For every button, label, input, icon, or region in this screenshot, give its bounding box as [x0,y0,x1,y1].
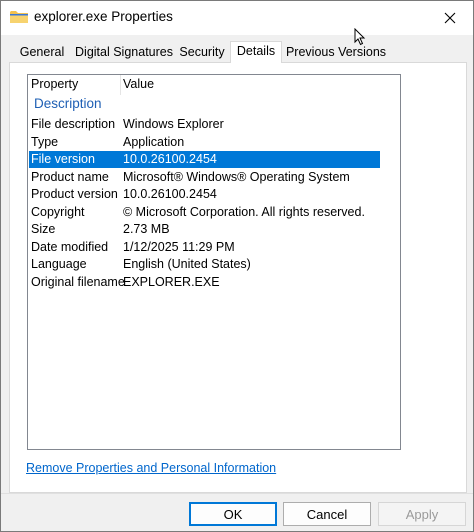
list-row-selected[interactable]: File version 10.0.26100.2454 [29,151,380,168]
close-icon [444,12,456,24]
details-list[interactable]: Property Value Description File descript… [27,74,401,450]
row-value: 10.0.26100.2454 [123,187,217,201]
column-header-property[interactable]: Property [31,77,78,91]
group-header-description[interactable]: Description [34,96,102,111]
list-row[interactable]: Product version 10.0.26100.2454 [29,186,380,203]
row-property: Product name [31,169,109,184]
row-property: Type [31,134,59,149]
properties-dialog: explorer.exe Properties General Digital … [0,0,474,532]
tab-details[interactable]: Details [230,41,282,64]
window-title: explorer.exe Properties [34,9,173,24]
row-value: Microsoft® Windows® Operating System [123,169,350,184]
tab-previous-versions[interactable]: Previous Versions [284,44,388,63]
tab-strip: General Digital Signatures Security Deta… [9,41,467,64]
row-property: Size [31,222,56,236]
column-separator[interactable] [120,75,121,95]
row-value: 1/12/2025 11:29 PM [123,239,235,254]
apply-button[interactable]: Apply [378,502,466,526]
remove-properties-link[interactable]: Remove Properties and Personal Informati… [26,461,276,475]
row-property: File description [31,117,116,131]
row-value: Windows Explorer [123,117,224,131]
tab-digital-signatures[interactable]: Digital Signatures [73,44,175,63]
row-value: English (United States) [123,257,251,271]
row-value: Application [123,134,185,149]
tab-security[interactable]: Security [176,44,228,63]
list-row[interactable]: Size 2.73 MB [29,221,380,238]
row-property: File version [31,152,95,166]
row-value: © Microsoft Corporation. All rights rese… [123,204,365,219]
cancel-button[interactable]: Cancel [283,502,371,526]
list-row[interactable]: Type Application [29,134,380,151]
row-value: EXPLORER.EXE [123,274,220,289]
row-property: Language [31,257,87,271]
ok-button[interactable]: OK [189,502,277,526]
list-row[interactable]: File description Windows Explorer [29,116,380,133]
row-value: 2.73 MB [123,222,170,236]
list-row[interactable]: Language English (United States) [29,256,380,273]
list-row[interactable]: Date modified 1/12/2025 11:29 PM [29,239,380,256]
title-bar[interactable]: explorer.exe Properties [1,1,473,35]
list-row[interactable]: Copyright © Microsoft Corporation. All r… [29,204,380,221]
folder-icon [10,11,28,23]
list-row[interactable]: Product name Microsoft® Windows® Operati… [29,169,380,186]
footer-divider [1,493,473,494]
tab-general[interactable]: General [11,44,73,63]
list-header: Property Value [28,75,400,95]
row-property: Original filename [31,274,125,289]
row-value: 10.0.26100.2454 [123,152,217,166]
row-property: Date modified [31,239,109,254]
column-header-value[interactable]: Value [123,77,154,91]
row-property: Product version [31,187,118,201]
details-panel: Property Value Description File descript… [9,63,467,493]
close-button[interactable] [435,5,465,31]
row-property: Copyright [31,204,85,219]
list-row[interactable]: Original filename EXPLORER.EXE [29,274,380,291]
